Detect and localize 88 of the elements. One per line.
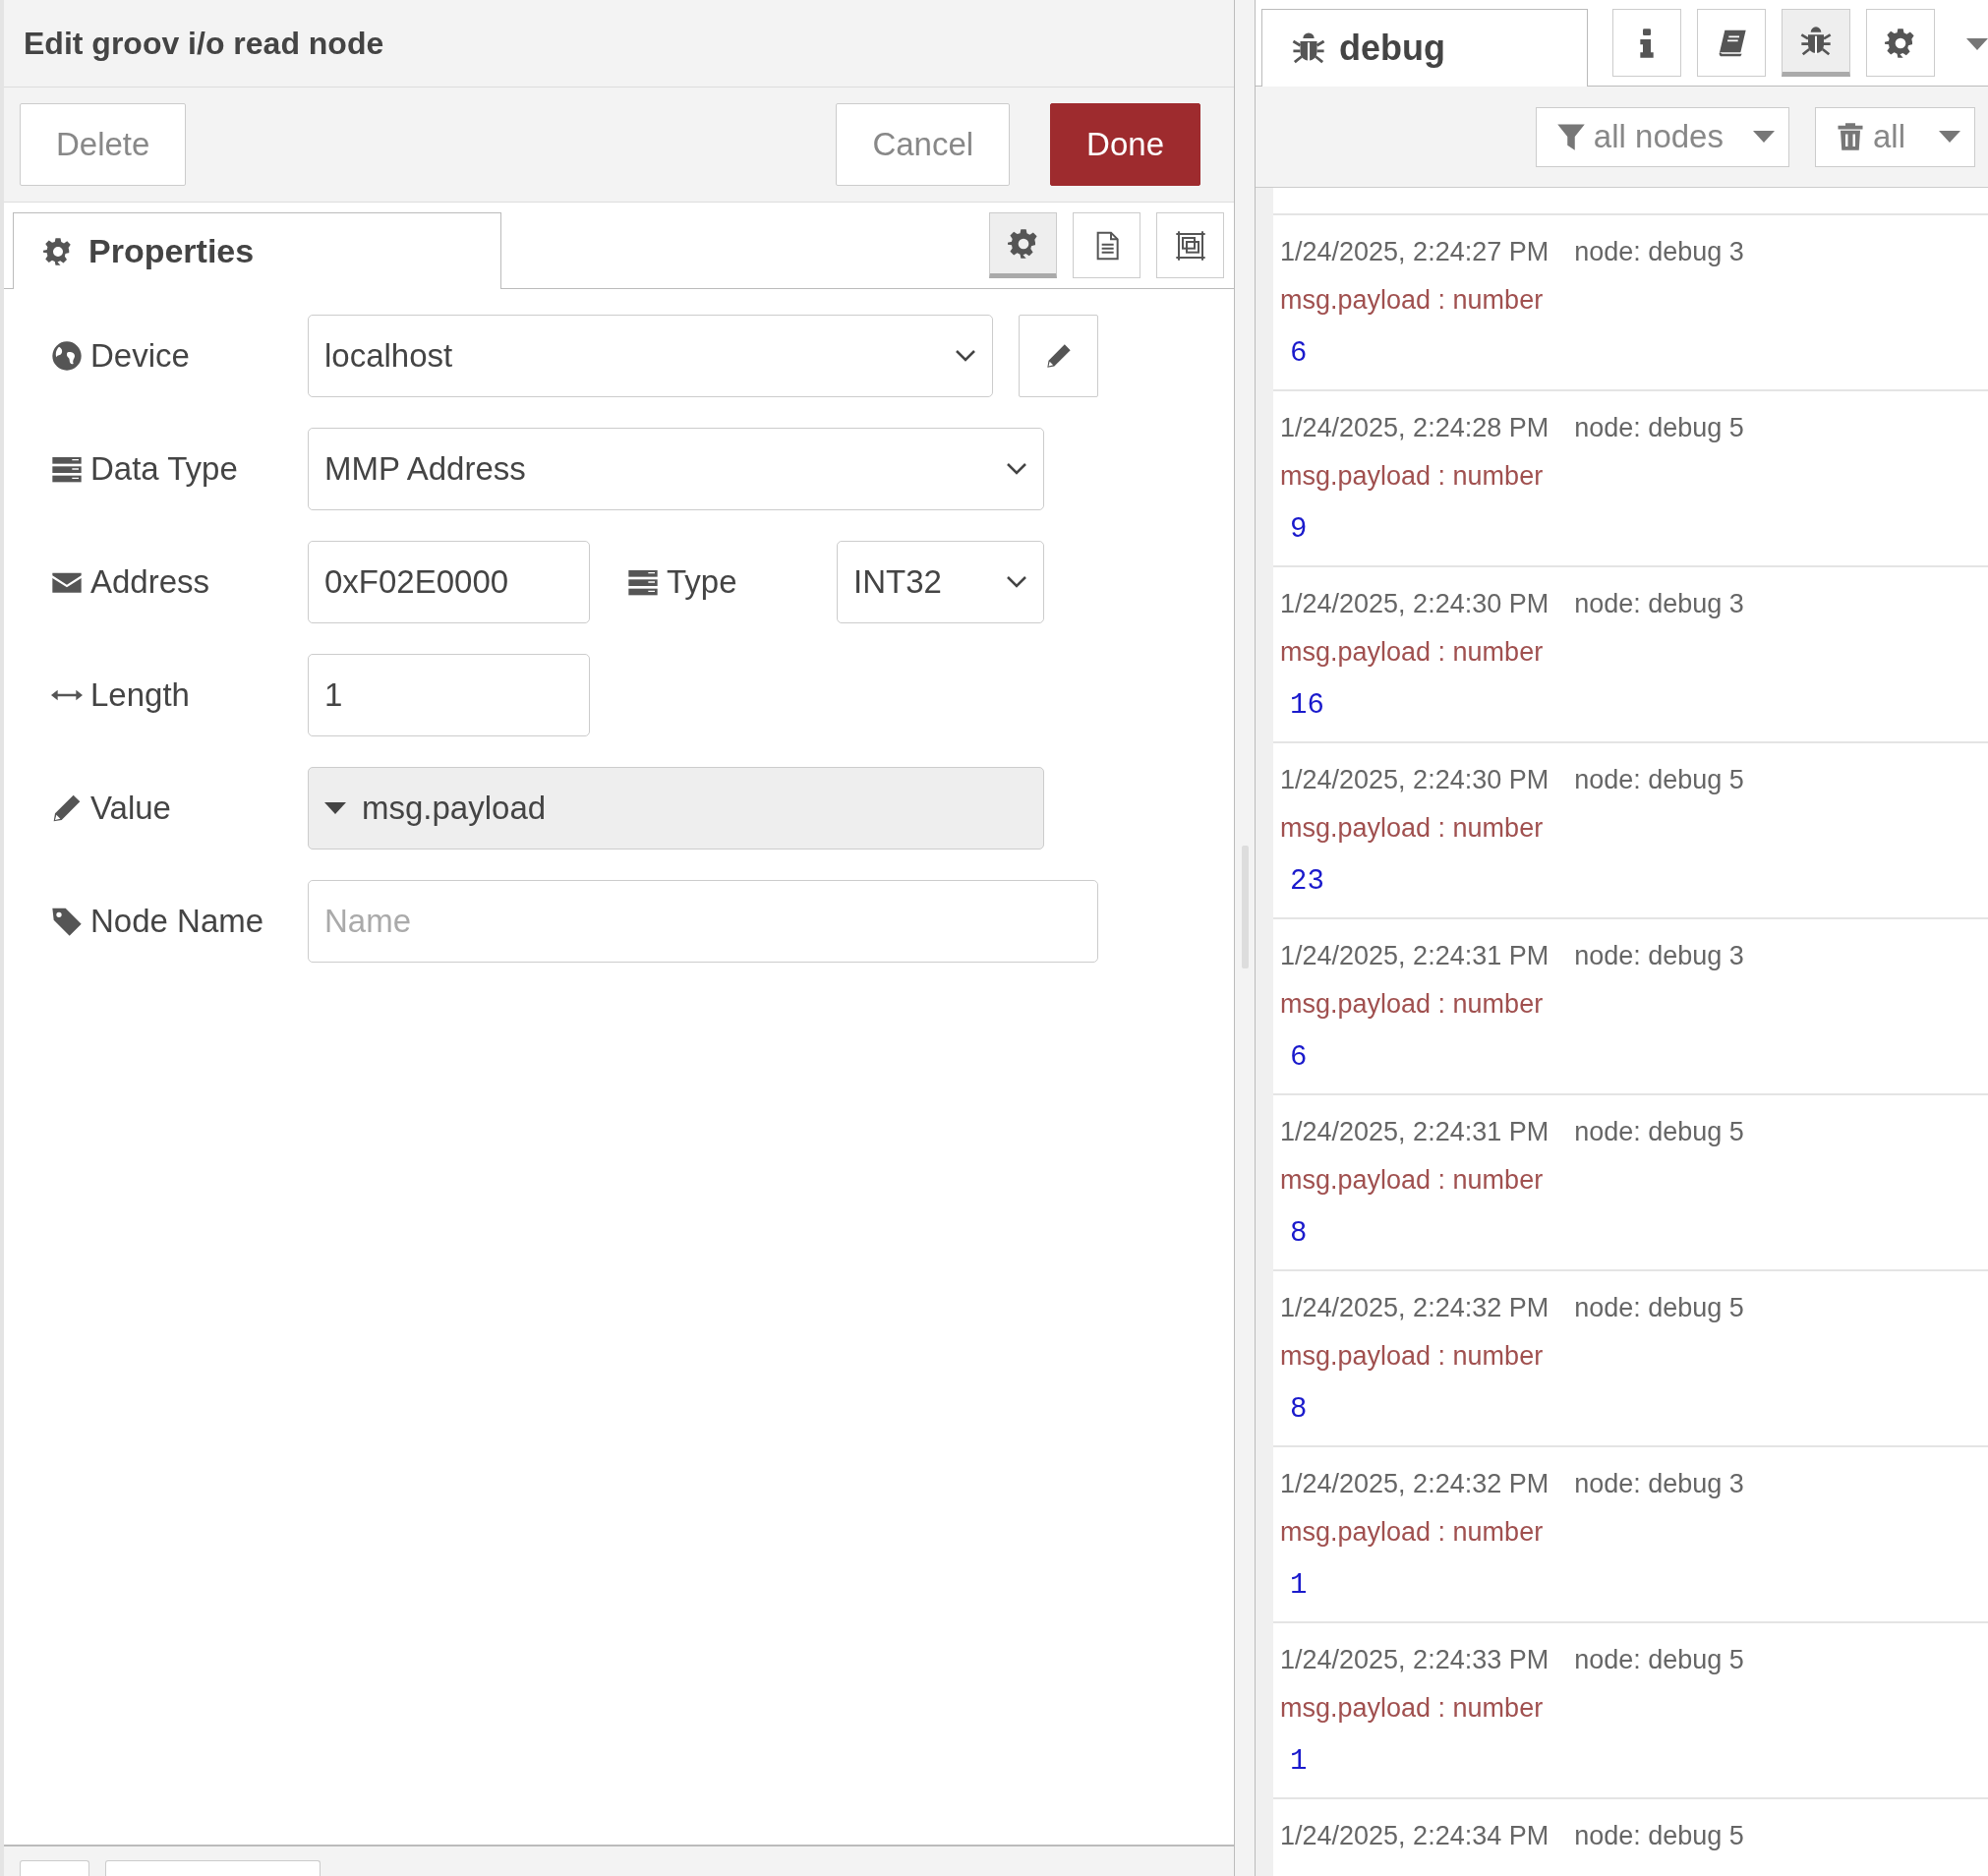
field-label: Type bbox=[667, 562, 737, 603]
select-field[interactable]: MMP Address bbox=[308, 428, 1044, 510]
message-type: msg.payload : number bbox=[1280, 812, 1545, 845]
message-type: msg.payload : number bbox=[1280, 1692, 1545, 1725]
filter-icon bbox=[1555, 122, 1586, 151]
message-value: 8 bbox=[1290, 1217, 1308, 1250]
icon-tab[interactable] bbox=[989, 212, 1057, 278]
dialog-button[interactable]: Delete bbox=[20, 103, 187, 186]
message-timestamp: 1/24/2025, 2:24:28 PM bbox=[1280, 412, 1549, 444]
message-timestamp: 1/24/2025, 2:24:34 PM bbox=[1280, 1820, 1549, 1852]
tab[interactable]: debug bbox=[1261, 9, 1588, 87]
gear-icon bbox=[1007, 227, 1039, 260]
filter-button[interactable]: all nodes bbox=[1535, 106, 1789, 167]
pencil-icon bbox=[51, 792, 83, 824]
message-type: msg.payload : number bbox=[1280, 988, 1545, 1021]
icon-tab[interactable] bbox=[1782, 9, 1850, 77]
message-type: msg.payload : number bbox=[1280, 460, 1545, 493]
message-value: 23 bbox=[1290, 865, 1324, 898]
message-timestamp: 1/24/2025, 2:24:31 PM bbox=[1280, 1116, 1549, 1148]
icon-tab[interactable] bbox=[1612, 9, 1681, 77]
message-value: 1 bbox=[1290, 1745, 1308, 1778]
field-label: Address bbox=[90, 562, 210, 603]
message-source-label: node: debug 3 bbox=[1574, 588, 1744, 620]
select-field[interactable]: INT32 bbox=[837, 541, 1044, 623]
typed-input-field[interactable]: msg.payload bbox=[308, 767, 1044, 850]
select-field[interactable]: localhost bbox=[308, 315, 993, 397]
dialog-button[interactable]: Done bbox=[1050, 103, 1200, 186]
message-timestamp: 1/24/2025, 2:24:30 PM bbox=[1280, 588, 1549, 620]
message-timestamp: 1/24/2025, 2:24:32 PM bbox=[1280, 1468, 1549, 1500]
message-source-label: node: debug 5 bbox=[1574, 1644, 1744, 1676]
message-timestamp: 1/24/2025, 2:24:27 PM bbox=[1280, 236, 1549, 268]
dialog-title: Edit groov i/o read node bbox=[24, 25, 384, 63]
message-value: 6 bbox=[1290, 337, 1308, 370]
message-value: 6 bbox=[1290, 1041, 1308, 1074]
message-value: 9 bbox=[1290, 513, 1308, 546]
globe-icon bbox=[51, 340, 83, 372]
field-label: Length bbox=[90, 675, 190, 716]
caret-icon bbox=[1752, 131, 1775, 143]
icon-tab[interactable] bbox=[1866, 9, 1935, 77]
message-type: msg.payload : number bbox=[1280, 1340, 1545, 1373]
message-timestamp: 1/24/2025, 2:24:31 PM bbox=[1280, 940, 1549, 972]
message-timestamp: 1/24/2025, 2:24:33 PM bbox=[1280, 1644, 1549, 1676]
input-field[interactable]: Name bbox=[308, 880, 1098, 963]
caret-icon bbox=[1939, 131, 1960, 143]
message-type: msg.payload : number bbox=[1280, 1164, 1545, 1197]
message-type: msg.payload : number bbox=[1280, 1516, 1545, 1549]
message-type: msg.payload : number bbox=[1280, 636, 1545, 669]
message-value: 16 bbox=[1290, 689, 1324, 722]
message-source-label: node: debug 5 bbox=[1574, 1292, 1744, 1324]
bug-icon bbox=[1800, 25, 1832, 57]
input-field[interactable]: 1 bbox=[308, 654, 590, 736]
frame-icon bbox=[1174, 229, 1206, 262]
caret-icon bbox=[324, 802, 346, 814]
field-label: Value bbox=[90, 789, 171, 829]
pencil-icon bbox=[1044, 342, 1073, 370]
message-value: 8 bbox=[1290, 1393, 1308, 1426]
tab[interactable]: Properties bbox=[13, 212, 501, 289]
message-value: 1 bbox=[1290, 1569, 1308, 1602]
field-label: Device bbox=[90, 336, 190, 377]
message-source-label: node: debug 3 bbox=[1574, 940, 1744, 972]
message-timestamp: 1/24/2025, 2:24:32 PM bbox=[1280, 1292, 1549, 1324]
filter-button[interactable]: all bbox=[1814, 106, 1975, 167]
bug-icon bbox=[1292, 31, 1325, 65]
field-label: Node Name bbox=[90, 902, 264, 942]
gear-icon bbox=[43, 236, 73, 266]
message-source-label: node: debug 5 bbox=[1574, 412, 1744, 444]
message-type: msg.payload : number bbox=[1280, 284, 1545, 317]
chevron-down-icon bbox=[1006, 575, 1027, 589]
tab-label: debug bbox=[1339, 27, 1445, 70]
input-field[interactable]: 0xF02E0000 bbox=[308, 541, 590, 623]
message-source-label: node: debug 5 bbox=[1574, 764, 1744, 796]
icon-tab[interactable] bbox=[1697, 9, 1766, 77]
field-label: Data Type bbox=[90, 449, 238, 490]
message-source-label: node: debug 3 bbox=[1574, 236, 1744, 268]
icon-tab[interactable] bbox=[1156, 212, 1224, 278]
icon-tab[interactable] bbox=[1073, 212, 1140, 278]
chevron-down-icon bbox=[955, 349, 976, 363]
tab-label: Properties bbox=[88, 231, 255, 271]
dialog-button[interactable]: Cancel bbox=[836, 103, 1011, 186]
edit-button[interactable] bbox=[1019, 315, 1098, 397]
message-source-label: node: debug 3 bbox=[1574, 1468, 1744, 1500]
message-source-label: node: debug 5 bbox=[1574, 1820, 1744, 1852]
message-source-label: node: debug 5 bbox=[1574, 1116, 1744, 1148]
message-timestamp: 1/24/2025, 2:24:30 PM bbox=[1280, 764, 1549, 796]
tag-icon bbox=[51, 906, 83, 937]
gear-icon bbox=[1885, 27, 1916, 59]
chevron-down-icon bbox=[1006, 462, 1027, 476]
dropdown-caret-icon[interactable] bbox=[1966, 37, 1988, 50]
